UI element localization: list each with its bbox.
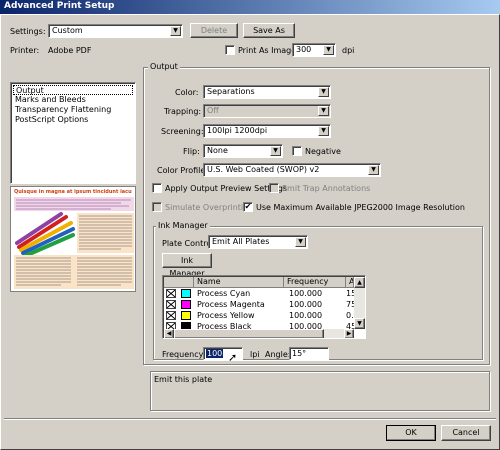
sidebar-item-postscript[interactable]: PostScript Options bbox=[13, 115, 133, 125]
ink-table: Name Frequency An Process Cyan 100.000 1… bbox=[162, 275, 366, 339]
chevron-down-icon: ▼ bbox=[318, 106, 329, 116]
color-profile-value: U.S. Web Coated (SWOP) v2 bbox=[207, 165, 320, 174]
description-text: Emit this plate bbox=[154, 375, 213, 384]
output-group-title: Output bbox=[148, 62, 180, 71]
apply-preview-checkbox[interactable] bbox=[152, 183, 162, 193]
flip-label: Flip: bbox=[183, 147, 200, 156]
sidebar-item-transparency[interactable]: Transparency Flattening bbox=[13, 105, 133, 115]
table-row[interactable]: Process Yellow 100.000 0. bbox=[164, 311, 354, 321]
screening-value: 100lpi 1200dpi bbox=[207, 126, 268, 135]
negative-checkbox[interactable] bbox=[292, 146, 302, 156]
ink-frequency: 100.000 bbox=[289, 311, 323, 320]
preview-graphic bbox=[14, 197, 134, 289]
title-bar: Advanced Print Setup bbox=[0, 0, 500, 14]
color-swatch bbox=[181, 289, 191, 298]
lpi-label: lpi bbox=[250, 350, 260, 359]
color-profile-dropdown[interactable]: U.S. Web Coated (SWOP) v2 ▼ bbox=[203, 163, 381, 177]
chevron-down-icon: ▼ bbox=[323, 45, 334, 55]
table-header-frequency[interactable]: Frequency bbox=[284, 277, 346, 288]
frequency-value: 100 bbox=[206, 349, 224, 358]
ok-button[interactable]: OK bbox=[386, 425, 436, 441]
flip-value: None bbox=[207, 146, 228, 155]
jpeg2000-label: Use Maximum Available JPEG2000 Image Res… bbox=[256, 203, 465, 212]
color-swatch bbox=[181, 311, 191, 320]
settings-label: Settings: bbox=[10, 27, 46, 36]
chevron-down-icon: ▼ bbox=[368, 165, 379, 175]
cancel-button[interactable]: Cancel bbox=[441, 425, 491, 441]
ink-manager-group-title: Ink Manager bbox=[156, 221, 210, 230]
dpi-value: 300 bbox=[296, 45, 312, 54]
ink-name: Process Yellow bbox=[197, 311, 255, 320]
print-as-image-label: Print As Image bbox=[238, 46, 297, 55]
settings-value: Custom bbox=[52, 26, 83, 35]
screening-label: Screening: bbox=[161, 127, 204, 136]
screening-dropdown[interactable]: 100lpi 1200dpi ▼ bbox=[203, 124, 331, 138]
page-preview: Quisque in magna at ipsum tincidunt iacu… bbox=[10, 186, 136, 292]
plate-toggle-icon[interactable] bbox=[166, 300, 176, 309]
ink-name: Process Magenta bbox=[197, 300, 265, 309]
color-swatch bbox=[181, 300, 191, 309]
footer-divider bbox=[4, 418, 496, 419]
emit-trap-checkbox[interactable] bbox=[269, 183, 279, 193]
save-as-button[interactable]: Save As bbox=[243, 23, 295, 38]
scroll-up-icon[interactable]: ▲ bbox=[354, 277, 365, 288]
delete-button[interactable]: Delete bbox=[190, 23, 238, 38]
category-list: Output Marks and Bleeds Transparency Fla… bbox=[10, 82, 136, 184]
printer-name: Adobe PDF bbox=[48, 46, 92, 55]
settings-dropdown[interactable]: Custom ▼ bbox=[48, 24, 183, 38]
mouse-cursor-icon: ➚ bbox=[228, 351, 238, 364]
simulate-overprinting-checkbox[interactable] bbox=[152, 202, 162, 212]
table-row[interactable]: Process Magenta 100.000 75. bbox=[164, 300, 356, 310]
jpeg2000-checkbox[interactable]: ✔ bbox=[243, 202, 253, 212]
chevron-down-icon: ▼ bbox=[318, 87, 329, 97]
description-box: Emit this plate bbox=[150, 371, 490, 411]
printer-label: Printer: bbox=[10, 46, 40, 55]
scroll-thumb[interactable] bbox=[174, 329, 324, 338]
color-value: Separations bbox=[207, 87, 255, 96]
ink-frequency: 100.000 bbox=[289, 300, 323, 309]
ink-frequency: 100.000 bbox=[289, 289, 323, 298]
table-header-angle[interactable]: An bbox=[346, 277, 354, 288]
sidebar-item-output[interactable]: Output bbox=[13, 85, 133, 95]
trapping-label: Trapping: bbox=[164, 107, 202, 116]
color-label: Color: bbox=[175, 88, 199, 97]
table-header-name[interactable]: Name bbox=[194, 277, 284, 288]
sidebar-item-marks-bleeds[interactable]: Marks and Bleeds bbox=[13, 95, 133, 105]
chevron-down-icon: ▼ bbox=[318, 126, 329, 136]
plate-control-dropdown[interactable]: Emit All Plates ▼ bbox=[208, 235, 308, 249]
chevron-down-icon: ▼ bbox=[270, 146, 281, 156]
flip-dropdown[interactable]: None ▼ bbox=[203, 144, 283, 158]
chevron-down-icon: ▼ bbox=[170, 26, 181, 36]
frequency-label: Frequency: bbox=[162, 350, 206, 359]
plate-toggle-icon[interactable] bbox=[166, 311, 176, 320]
scroll-down-icon[interactable]: ▼ bbox=[354, 318, 365, 329]
table-row[interactable]: Process Cyan 100.000 15. bbox=[164, 289, 356, 299]
dpi-dropdown[interactable]: 300 ▼ bbox=[292, 43, 336, 57]
plate-control-label: Plate Control bbox=[162, 239, 214, 248]
ink-manager-button[interactable]: Ink Manager bbox=[162, 253, 212, 278]
plate-toggle-icon[interactable] bbox=[166, 289, 176, 298]
plate-control-value: Emit All Plates bbox=[212, 237, 270, 246]
color-dropdown[interactable]: Separations ▼ bbox=[203, 85, 331, 99]
simulate-overprinting-label: Simulate Overprinting bbox=[165, 203, 254, 212]
negative-label: Negative bbox=[305, 147, 341, 156]
chevron-down-icon: ▼ bbox=[295, 237, 306, 247]
trapping-value: Off bbox=[207, 106, 219, 115]
vertical-scrollbar[interactable]: ▲ ▼ bbox=[354, 277, 365, 329]
angle-value: 15° bbox=[292, 349, 307, 358]
scroll-left-icon[interactable]: ◀ bbox=[164, 329, 174, 338]
scroll-right-icon[interactable]: ▶ bbox=[344, 329, 354, 338]
color-profile-label: Color Profile: bbox=[157, 166, 208, 175]
angle-label: Angle: bbox=[265, 350, 291, 359]
dpi-label: dpi bbox=[342, 46, 355, 55]
window-title: Advanced Print Setup bbox=[4, 1, 115, 11]
horizontal-scrollbar[interactable]: ◀ ▶ bbox=[164, 329, 354, 338]
angle-field[interactable]: 15° bbox=[289, 347, 329, 360]
table-header-blank bbox=[164, 277, 194, 288]
emit-trap-label: Emit Trap Annotations bbox=[282, 184, 371, 193]
ink-name: Process Cyan bbox=[197, 289, 251, 298]
print-as-image-checkbox[interactable] bbox=[225, 45, 235, 55]
trapping-dropdown[interactable]: Off ▼ bbox=[203, 104, 331, 118]
